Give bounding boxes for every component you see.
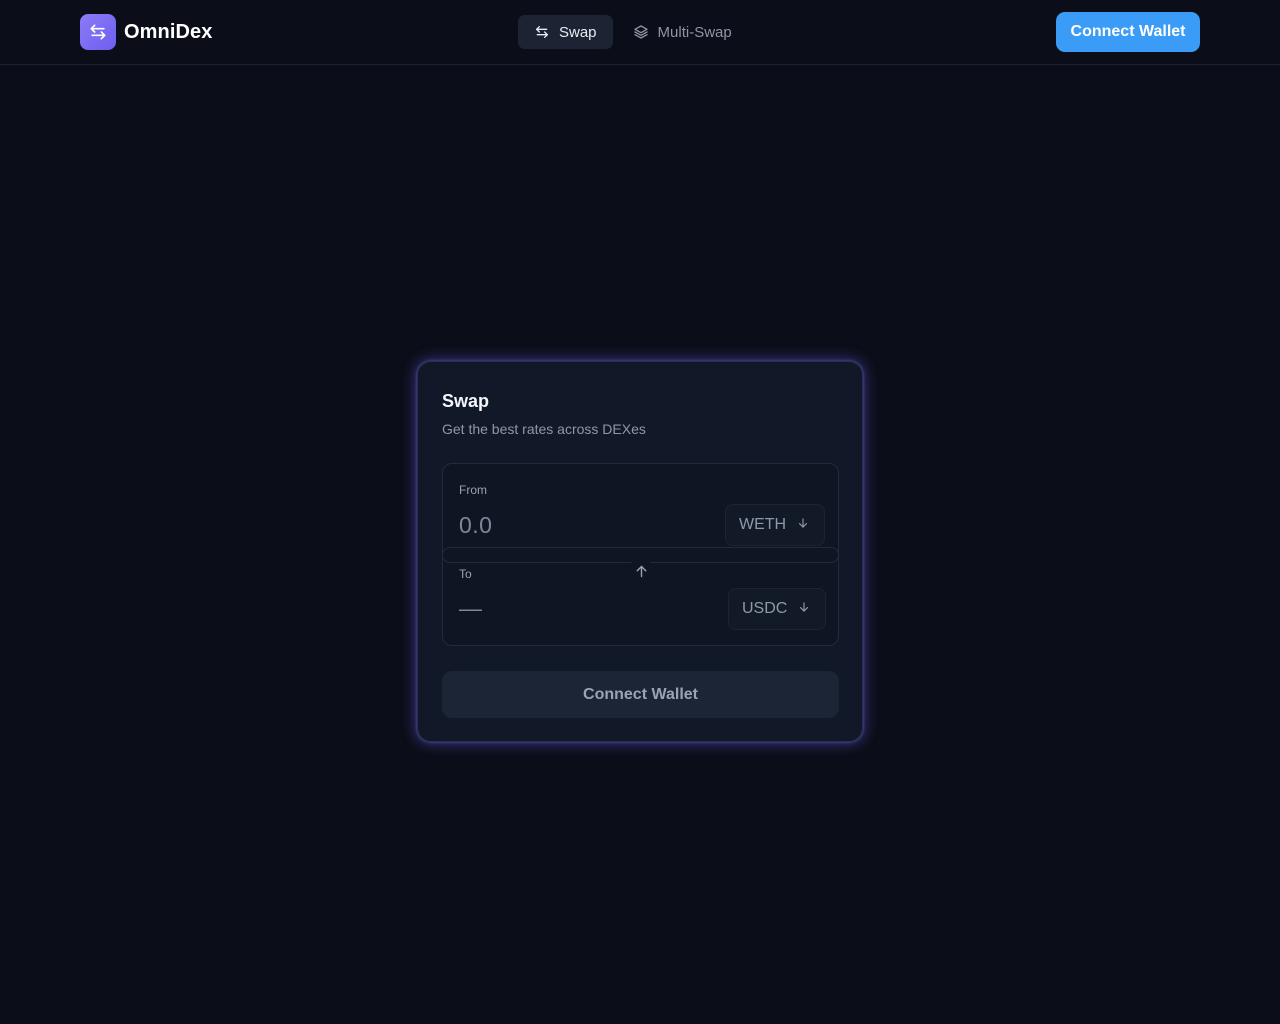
main-nav: Swap Multi-Swap xyxy=(518,15,748,49)
from-token-symbol: WETH xyxy=(739,516,787,533)
top-bar: OmniDex Swap Multi-Swap Connect Wallet xyxy=(0,0,1280,65)
tab-swap-label: Swap xyxy=(559,23,597,41)
swap-connect-wallet-button[interactable]: Connect Wallet xyxy=(442,671,839,718)
arrow-down-icon xyxy=(797,600,811,619)
swap-arrows-icon xyxy=(534,24,550,40)
arrow-down-icon xyxy=(796,516,810,535)
tab-multi-swap-label: Multi-Swap xyxy=(657,23,732,41)
swap-box: From 0.0 WETH To — USDC xyxy=(442,463,839,646)
card-subtitle: Get the best rates across DEXes xyxy=(442,421,646,437)
to-token-symbol: USDC xyxy=(742,600,788,617)
brand[interactable]: OmniDex xyxy=(80,14,213,50)
connect-wallet-button[interactable]: Connect Wallet xyxy=(1056,12,1200,52)
tab-multi-swap[interactable]: Multi-Swap xyxy=(617,15,748,49)
to-label: To xyxy=(459,567,472,581)
from-label: From xyxy=(459,483,487,497)
brand-name: OmniDex xyxy=(124,20,213,43)
from-amount-input[interactable]: 0.0 xyxy=(459,512,492,539)
flip-tokens-button[interactable] xyxy=(626,559,656,589)
layers-icon xyxy=(633,24,649,40)
swap-arrows-icon xyxy=(80,14,116,50)
to-amount: — xyxy=(459,595,483,621)
card-title: Swap xyxy=(442,391,490,411)
from-token-select[interactable]: WETH xyxy=(725,504,826,546)
arrow-up-icon xyxy=(633,563,650,585)
tab-swap[interactable]: Swap xyxy=(518,15,613,49)
to-token-select[interactable]: USDC xyxy=(728,588,827,630)
swap-card: Swap Get the best rates across DEXes Fro… xyxy=(417,361,863,742)
